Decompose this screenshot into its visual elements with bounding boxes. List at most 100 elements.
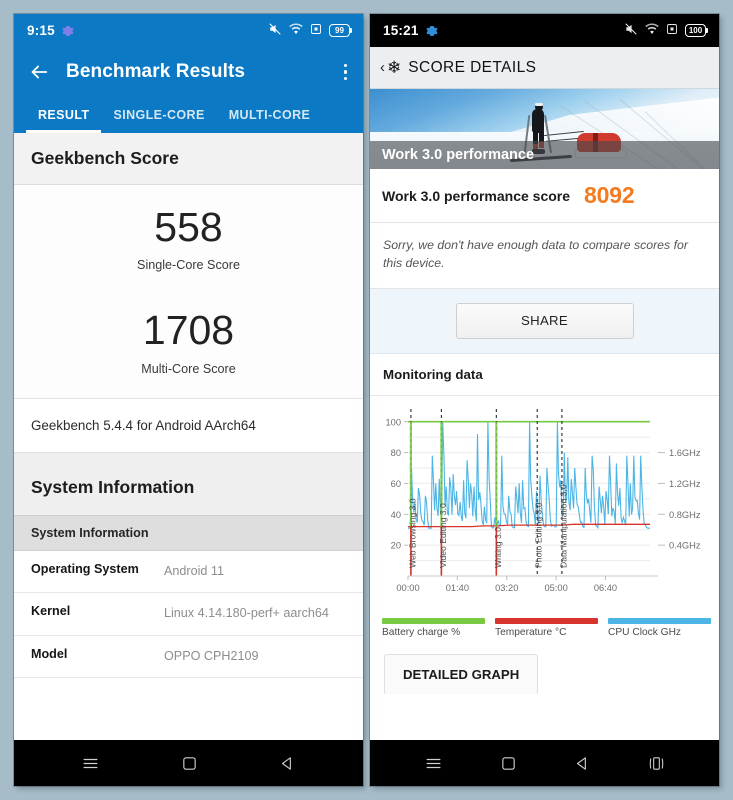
menu-icon[interactable] bbox=[81, 754, 100, 773]
hero-caption: Work 3.0 performance bbox=[370, 141, 719, 169]
system-information-heading: System Information bbox=[14, 452, 363, 515]
svg-text:60: 60 bbox=[391, 479, 401, 489]
home-icon[interactable] bbox=[500, 755, 517, 772]
page-title: SCORE DETAILS bbox=[408, 58, 537, 76]
single-core-score-label: Single-Core Score bbox=[137, 258, 240, 273]
svg-text:Web Browsing 3.0: Web Browsing 3.0 bbox=[407, 498, 417, 568]
svg-text:00:00: 00:00 bbox=[396, 583, 419, 593]
score-row: Work 3.0 performance score 8092 bbox=[370, 169, 719, 223]
svg-text:05:00: 05:00 bbox=[544, 583, 567, 593]
right-status-bar: 15:21 100 bbox=[370, 14, 719, 47]
svg-text:100: 100 bbox=[385, 417, 401, 427]
legend-item-battery: Battery charge % bbox=[382, 617, 485, 638]
geekbench-app-bar: Benchmark Results bbox=[14, 47, 363, 97]
share-button[interactable]: SHARE bbox=[455, 302, 634, 339]
table-row: Model OPPO CPH2109 bbox=[14, 635, 363, 679]
pcmark-app-bar: ‹ ❄ SCORE DETAILS bbox=[370, 47, 719, 89]
page-title: Benchmark Results bbox=[66, 61, 246, 82]
wifi-icon bbox=[645, 23, 659, 38]
detailed-graph-section: DETAILED GRAPH bbox=[370, 645, 719, 694]
svg-text:40: 40 bbox=[391, 510, 401, 520]
row-value: Linux 4.14.180-perf+ aarch64 bbox=[164, 606, 329, 621]
battery-indicator: 100 bbox=[685, 24, 708, 37]
score-label: Work 3.0 performance score bbox=[382, 187, 571, 204]
status-icons: 100 bbox=[624, 22, 708, 39]
hero-image: Work 3.0 performance bbox=[370, 89, 719, 169]
overflow-menu-icon[interactable] bbox=[343, 63, 351, 81]
left-nav-bar bbox=[14, 740, 363, 786]
share-section: SHARE bbox=[370, 288, 719, 354]
gear-icon bbox=[62, 25, 74, 37]
row-value: OPPO CPH2109 bbox=[164, 648, 259, 663]
legend-swatch bbox=[382, 617, 485, 624]
svg-text:01:40: 01:40 bbox=[446, 583, 469, 593]
split-screen-icon[interactable] bbox=[648, 755, 665, 772]
legend-swatch bbox=[608, 617, 711, 624]
square-box-icon bbox=[310, 23, 322, 38]
legend-label: Battery charge % bbox=[382, 626, 461, 638]
status-icons: 99 bbox=[268, 22, 352, 39]
home-icon[interactable] bbox=[181, 755, 198, 772]
back-arrow-icon[interactable] bbox=[26, 59, 52, 85]
table-row: Operating System Android 11 bbox=[14, 550, 363, 594]
svg-text:1.6GHz: 1.6GHz bbox=[669, 448, 701, 458]
row-key: Operating System bbox=[31, 561, 139, 576]
battery-indicator: 99 bbox=[329, 24, 352, 37]
tab-single-core[interactable]: SINGLE-CORE bbox=[101, 97, 216, 133]
geekbench-score-heading: Geekbench Score bbox=[14, 133, 363, 185]
row-value: Android 11 bbox=[164, 563, 224, 578]
svg-text:06:40: 06:40 bbox=[594, 583, 617, 593]
svg-text:20: 20 bbox=[391, 541, 401, 551]
svg-text:03:20: 03:20 bbox=[495, 583, 518, 593]
left-phone-geekbench: 9:15 99 Benchmark Results RESULT SINGLE-… bbox=[14, 14, 363, 786]
row-key: Kernel bbox=[31, 604, 71, 619]
geekbench-tabs: RESULT SINGLE-CORE MULTI-CORE bbox=[14, 97, 363, 133]
back-chevron-icon[interactable]: ‹ bbox=[380, 59, 385, 76]
svg-text:0.8GHz: 0.8GHz bbox=[669, 510, 701, 520]
square-box-icon bbox=[666, 23, 678, 38]
multi-core-score-value: 1708 bbox=[142, 307, 235, 354]
monitoring-chart: 20 40 60 80 100 0.4GHz 0.8GHz 1.2GHz 1.6GHz Web B… bbox=[370, 395, 719, 614]
svg-text:Data Manipulation 3.0: Data Manipulation 3.0 bbox=[558, 484, 568, 568]
svg-text:1.2GHz: 1.2GHz bbox=[669, 479, 701, 489]
table-row: Kernel Linux 4.14.180-perf+ aarch64 bbox=[14, 593, 363, 636]
back-icon[interactable] bbox=[279, 755, 296, 772]
wifi-icon bbox=[289, 23, 303, 38]
row-key: Model bbox=[31, 646, 68, 661]
chart-legend: Battery charge % Temperature °C CPU Cloc… bbox=[370, 614, 719, 646]
snowflake-icon: ❄ bbox=[387, 58, 402, 77]
compare-note: Sorry, we don't have enough data to comp… bbox=[370, 223, 719, 289]
right-nav-bar bbox=[370, 740, 719, 786]
system-information-table-header: System Information bbox=[14, 514, 363, 551]
svg-text:Writing 3.0: Writing 3.0 bbox=[493, 527, 503, 568]
monitoring-data-heading: Monitoring data bbox=[370, 353, 719, 396]
vibrate-mute-icon bbox=[624, 22, 638, 39]
score-box: 558 Single-Core Score 1708 Multi-Core Sc… bbox=[14, 185, 363, 399]
svg-text:80: 80 bbox=[391, 448, 401, 458]
score-value: 8092 bbox=[584, 182, 635, 208]
legend-label: CPU Clock GHz bbox=[608, 626, 682, 638]
left-status-bar: 9:15 99 bbox=[14, 14, 363, 47]
right-phone-pcmark: 15:21 100 ‹ ❄ SCORE DETAILS Work 3.0 per… bbox=[370, 14, 719, 786]
svg-text:Video Editing 3.0: Video Editing 3.0 bbox=[438, 503, 448, 568]
tab-multi-core[interactable]: MULTI-CORE bbox=[217, 97, 323, 133]
gear-icon bbox=[425, 25, 438, 37]
vibrate-mute-icon bbox=[268, 22, 282, 39]
tab-result[interactable]: RESULT bbox=[26, 97, 102, 133]
svg-text:0.4GHz: 0.4GHz bbox=[669, 541, 701, 551]
screenshot-root: 9:15 99 Benchmark Results RESULT SINGLE-… bbox=[0, 0, 733, 800]
legend-label: Temperature °C bbox=[495, 626, 567, 638]
back-icon[interactable] bbox=[574, 755, 591, 772]
geekbench-version-line: Geekbench 5.4.4 for Android AArch64 bbox=[14, 398, 363, 453]
status-time: 9:15 bbox=[27, 23, 55, 38]
single-core-score-value: 558 bbox=[154, 204, 223, 250]
legend-item-temperature: Temperature °C bbox=[495, 617, 598, 638]
multi-core-score-label: Multi-Core Score bbox=[141, 361, 236, 376]
legend-item-cpu-clock: CPU Clock GHz bbox=[608, 617, 711, 638]
menu-icon[interactable] bbox=[424, 754, 443, 773]
detailed-graph-button[interactable]: DETAILED GRAPH bbox=[384, 653, 539, 694]
monitoring-chart-svg: 20 40 60 80 100 0.4GHz 0.8GHz 1.2GHz 1.6GHz Web B… bbox=[385, 408, 701, 593]
legend-swatch bbox=[495, 617, 598, 624]
svg-text:Photo Editing 3.0: Photo Editing 3.0 bbox=[534, 502, 544, 568]
status-time: 15:21 bbox=[383, 23, 419, 38]
